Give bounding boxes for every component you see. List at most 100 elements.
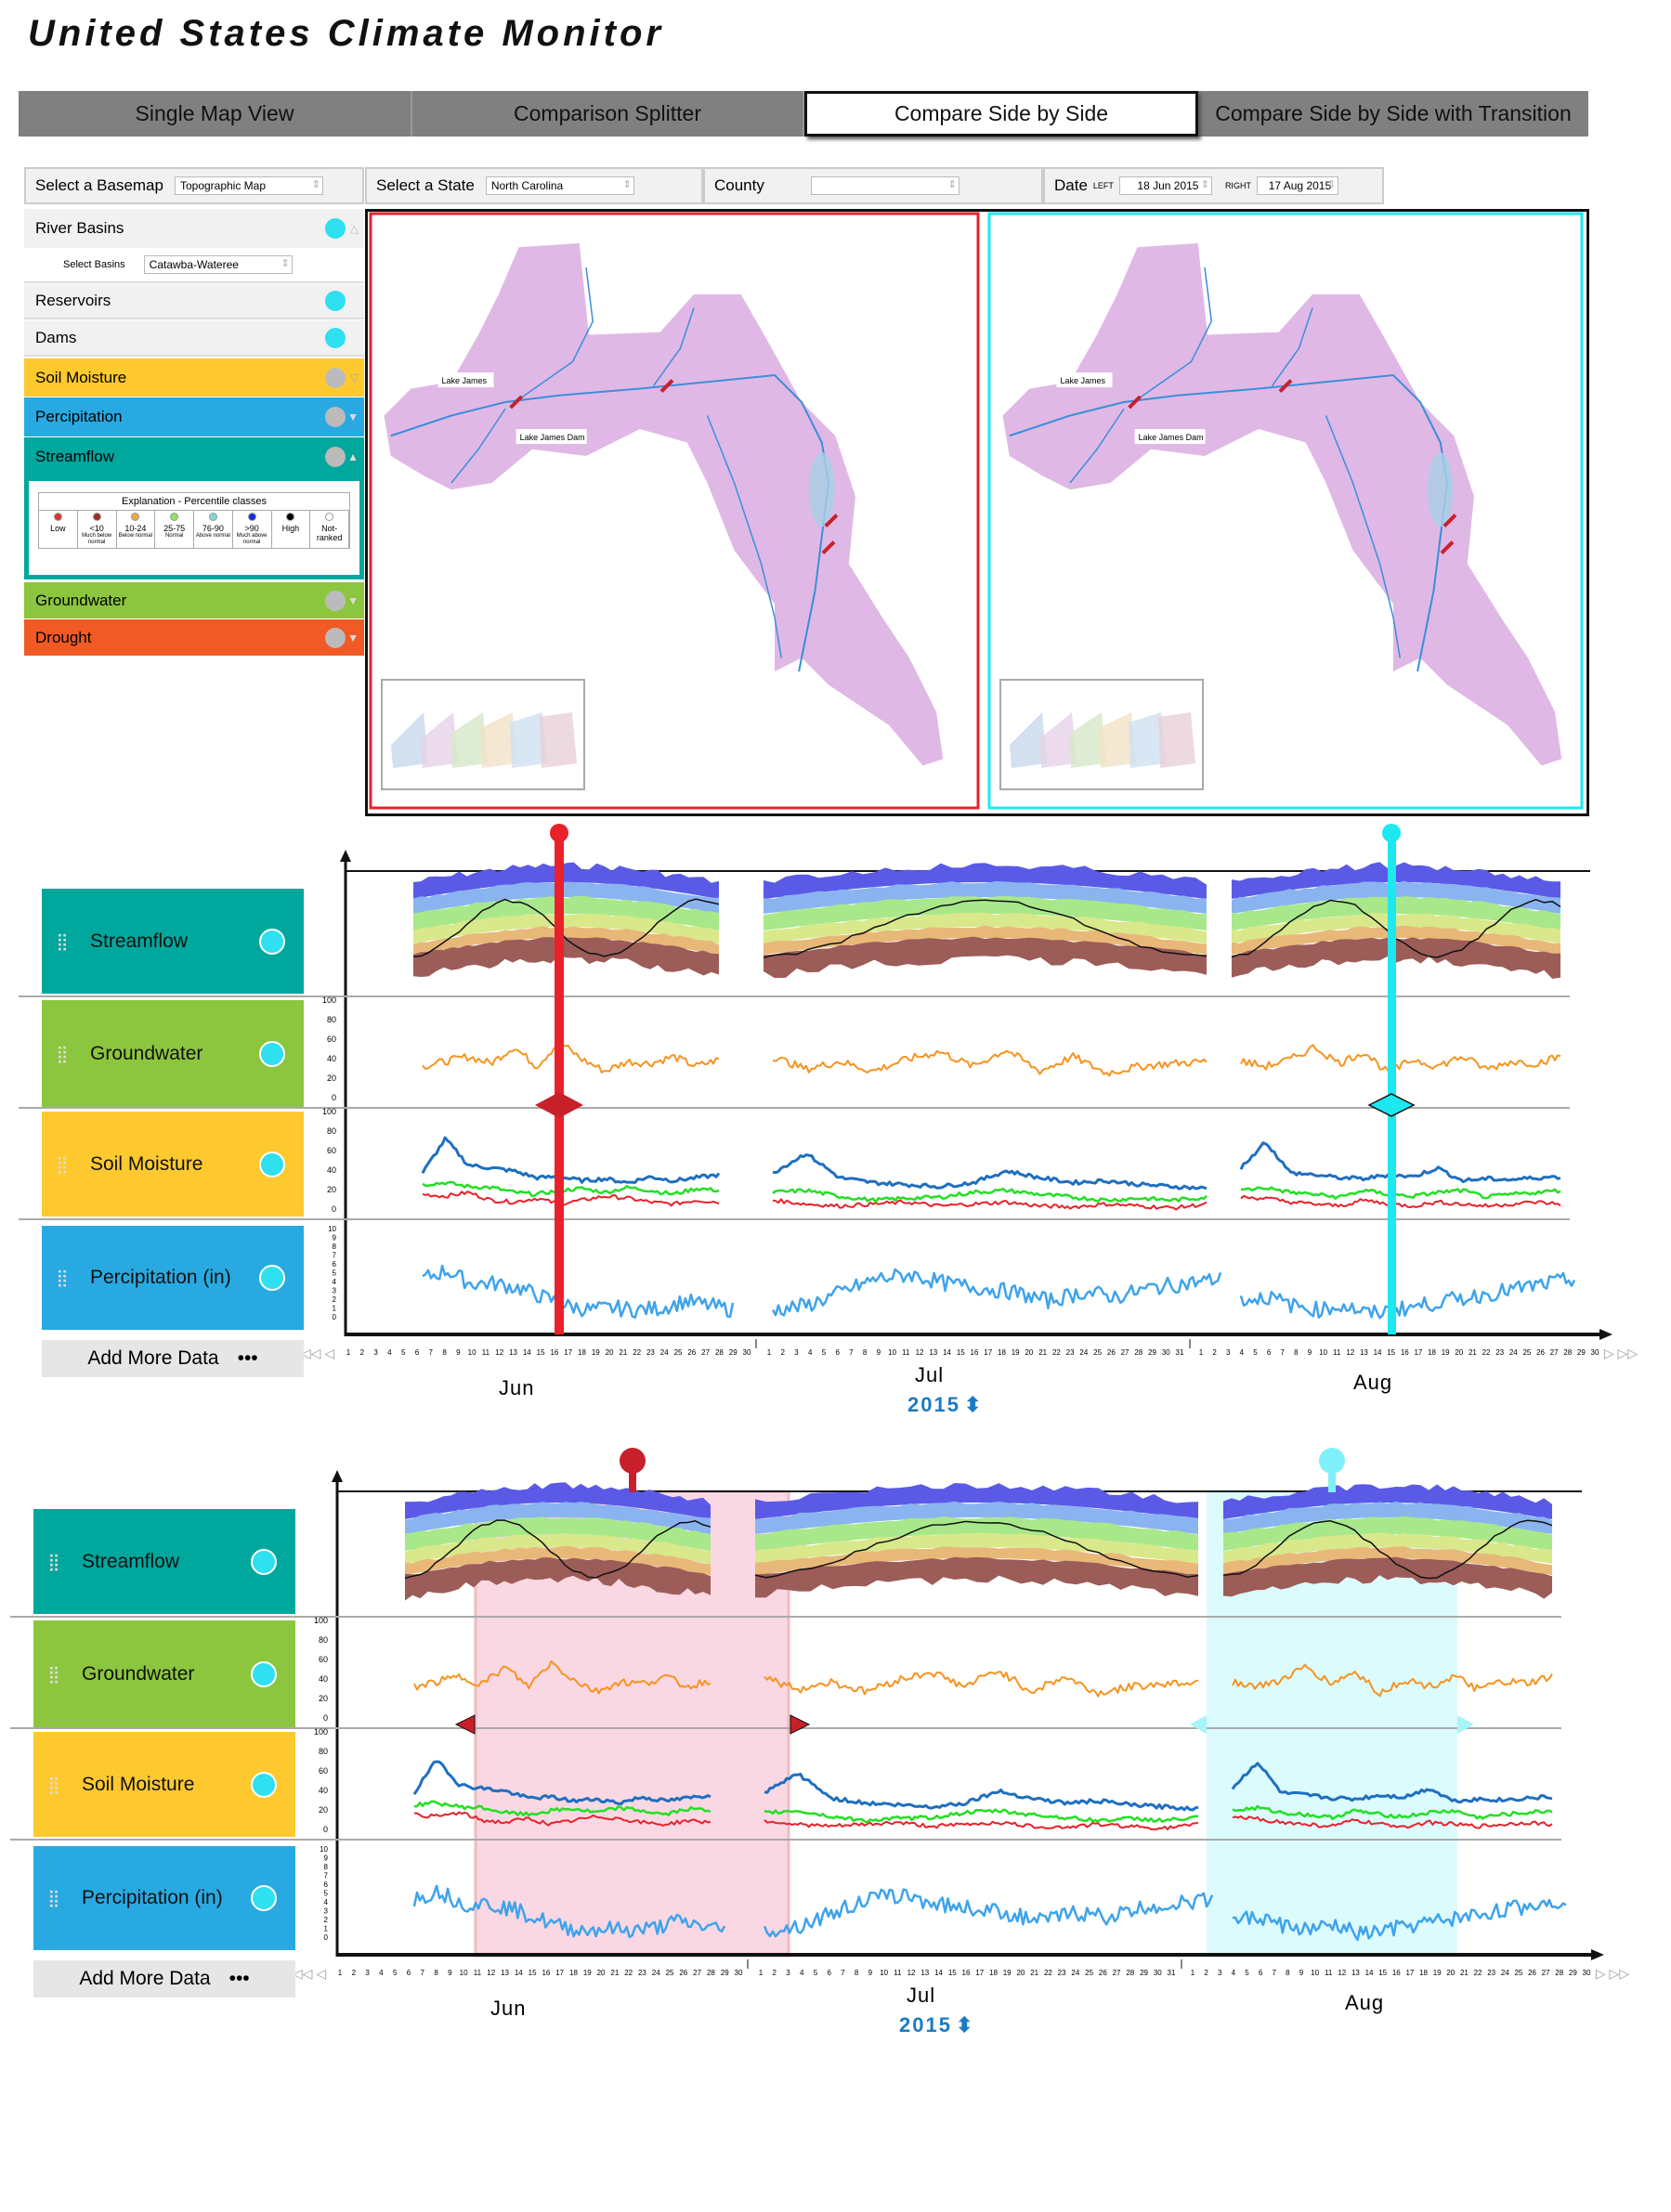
day-tick: 28 (715, 1348, 724, 1357)
row-label-soil-moisture[interactable]: ⣿ Soil Moisture (42, 1112, 304, 1217)
day-tick: 19 (592, 1348, 600, 1357)
toggle-icon[interactable] (259, 1040, 285, 1067)
right-range-start-handle-icon[interactable] (1190, 1715, 1207, 1734)
left-date-cursor[interactable] (555, 833, 564, 1334)
left-cursor-handle-icon[interactable] (550, 824, 568, 842)
day-tick: 16 (542, 1969, 550, 1977)
right-range-end-handle-icon[interactable] (1457, 1715, 1474, 1734)
day-tick: 15 (1378, 1969, 1387, 1977)
state-inset-map[interactable] (381, 679, 585, 790)
row-label-groundwater[interactable]: ⣿ Groundwater (42, 1000, 304, 1107)
day-tick: 16 (971, 1348, 979, 1357)
month-label-jun: Jun (499, 1376, 535, 1399)
day-tick: 27 (701, 1348, 710, 1357)
drag-handle-icon[interactable]: ⣿ (45, 1776, 63, 1793)
day-tick: 10 (468, 1348, 476, 1357)
precipitation-tick: 1 (333, 1305, 337, 1313)
day-tick: 21 (1469, 1348, 1477, 1357)
day-tick: 12 (487, 1969, 495, 1977)
right-date-cursor[interactable] (1388, 833, 1396, 1334)
state-inset-map[interactable] (999, 679, 1204, 790)
toggle-icon[interactable] (259, 1151, 285, 1178)
drag-handle-icon[interactable]: ⣿ (45, 1554, 63, 1570)
year-stepper-icon[interactable]: ⬍ (956, 2013, 974, 2036)
row-label-precipitation[interactable]: ⣿ Percipitation (in) (33, 1846, 295, 1950)
drag-handle-icon[interactable]: ⣿ (53, 1269, 72, 1286)
drag-handle-icon[interactable]: ⣿ (53, 1046, 72, 1062)
day-tick: 17 (975, 1969, 984, 1977)
day-tick: 23 (1066, 1348, 1075, 1357)
toggle-icon[interactable] (251, 1885, 277, 1911)
day-tick: 9 (868, 1969, 873, 1977)
month-label-jul: Jul (915, 1363, 945, 1386)
precipitation-tick: 1 (324, 1925, 329, 1933)
streamflow-segment (763, 863, 1208, 979)
map-right[interactable]: Lake James Lake James Dam (987, 212, 1584, 810)
groundwater-tick: 100 (314, 1616, 328, 1625)
day-tick: 19 (1012, 1348, 1020, 1357)
row-label-soil-moisture[interactable]: ⣿ Soil Moisture (33, 1732, 295, 1837)
right-cursor-handle-icon[interactable] (1382, 824, 1401, 842)
toggle-icon[interactable] (259, 928, 285, 955)
day-tick: 30 (1154, 1969, 1162, 1977)
lake-shape (808, 452, 835, 527)
row-label-groundwater[interactable]: ⣿ Groundwater (33, 1620, 295, 1727)
groundwater-line (764, 1671, 1199, 1698)
day-tick: 29 (1140, 1969, 1148, 1977)
drag-handle-icon[interactable]: ⣿ (45, 1890, 63, 1906)
day-tick: 17 (1405, 1969, 1414, 1977)
row-label-streamflow[interactable]: ⣿ Streamflow (33, 1509, 295, 1614)
row-label-precipitation[interactable]: ⣿ Percipitation (in) (42, 1226, 304, 1330)
add-more-data-button[interactable]: Add More Data ••• (42, 1340, 304, 1377)
right-cursor-drag-icon[interactable] (1367, 1093, 1416, 1117)
left-cursor-drag-icon[interactable] (535, 1092, 583, 1118)
toggle-icon[interactable] (251, 1771, 277, 1798)
precipitation-tick: 0 (324, 1933, 329, 1942)
day-tick: 12 (907, 1969, 916, 1977)
toggle-icon[interactable] (259, 1265, 285, 1291)
lake-james-dam-text: Lake James Dam (1139, 433, 1204, 442)
day-tick: 24 (1079, 1348, 1088, 1357)
month-label-aug: Aug (1345, 1991, 1385, 2014)
streamflow-segment (412, 862, 720, 977)
day-tick: 22 (624, 1969, 633, 1977)
precipitation-tick: 6 (333, 1260, 337, 1269)
day-tick: 14 (1365, 1969, 1374, 1977)
add-more-data-button[interactable]: Add More Data ••• (33, 1960, 295, 1997)
day-tick: 14 (1374, 1348, 1382, 1357)
day-tick: 27 (1550, 1348, 1559, 1357)
day-tick: 9 (456, 1348, 461, 1357)
day-tick: 1 (1191, 1969, 1195, 1977)
map-left[interactable]: Lake James Lake James Dam (369, 212, 980, 810)
year-selector[interactable]: 2015 ⬍ (907, 1393, 983, 1417)
soil-moisture-green-line (764, 1808, 1199, 1824)
right-range-pin-icon[interactable] (1319, 1448, 1345, 1474)
toggle-icon[interactable] (251, 1548, 277, 1575)
day-tick: 14 (515, 1969, 523, 1977)
day-tick: 10 (1311, 1969, 1319, 1977)
day-tick: 14 (934, 1969, 943, 1977)
left-range-start-handle-icon[interactable] (454, 1714, 476, 1735)
left-range-pin-icon[interactable] (620, 1448, 646, 1474)
precipitation-tick: 0 (333, 1313, 337, 1321)
drag-handle-icon[interactable]: ⣿ (45, 1666, 63, 1683)
day-tick: 8 (442, 1348, 447, 1357)
day-tick: 23 (1487, 1969, 1495, 1977)
day-tick: 22 (1482, 1348, 1491, 1357)
day-tick: 16 (1392, 1969, 1401, 1977)
day-tick: 25 (1522, 1348, 1531, 1357)
day-tick: 8 (863, 1348, 868, 1357)
toggle-icon[interactable] (251, 1660, 277, 1687)
row-label-streamflow[interactable]: ⣿ Streamflow (42, 889, 304, 994)
year-stepper-icon[interactable]: ⬍ (964, 1393, 983, 1416)
tab-compare-side-by-side[interactable]: Compare Side by Side (804, 91, 1198, 137)
day-tick: 6 (415, 1348, 420, 1357)
year-label: 2015 (899, 2013, 952, 2036)
drag-handle-icon[interactable]: ⣿ (53, 1156, 72, 1173)
year-selector[interactable]: 2015 ⬍ (899, 2013, 974, 2037)
day-tick: 18 (989, 1969, 998, 1977)
drag-handle-icon[interactable]: ⣿ (53, 933, 72, 950)
left-range-end-handle-icon[interactable] (790, 1714, 811, 1735)
day-tick: 28 (1126, 1969, 1134, 1977)
soil-moisture-red-line (764, 1819, 1199, 1831)
